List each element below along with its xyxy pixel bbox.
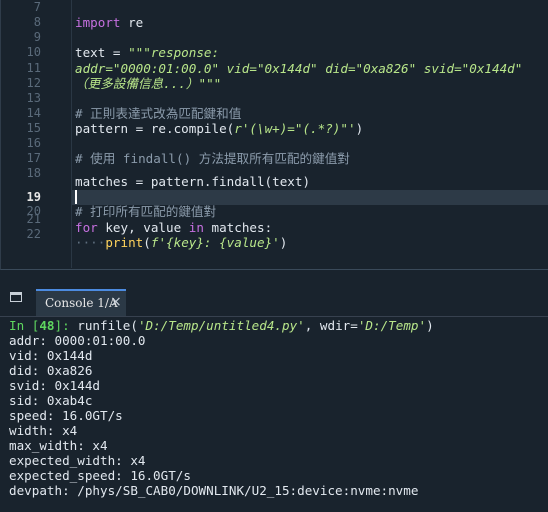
code-text: ( <box>143 235 151 250</box>
code-line-10: text = """response: <box>75 45 219 60</box>
line-number-current: 19 <box>26 190 41 204</box>
string-literal: r'(\w+)="(.*?)"' <box>234 121 356 136</box>
code-text: ) <box>355 121 364 136</box>
output-line: expected_width: x4 <box>9 453 146 468</box>
indent-guide: ···· <box>75 235 106 250</box>
comment: # 正則表達式改為匹配鍵和值 <box>75 106 242 121</box>
text-caret <box>75 190 77 204</box>
code-text: = <box>105 45 129 60</box>
string-literal: f'{key}: {value}' <box>150 235 280 250</box>
keyword: for <box>75 220 98 235</box>
command-string: 'D:/Temp/untitled4.py' <box>137 318 305 333</box>
code-line-8: import re <box>75 15 143 30</box>
code-text: key, value <box>97 220 189 235</box>
output-line: addr: 0000:01:00.0 <box>9 333 146 348</box>
line-number: 16 <box>26 136 41 150</box>
builtin-function: print <box>105 235 144 250</box>
code-editor[interactable]: 7 8 9 10 11 12 13 14 15 16 17 18 19 20 2… <box>0 0 548 270</box>
command-text: ) <box>426 318 434 333</box>
command-text: runfile( <box>69 318 138 333</box>
comment: # 打印所有匹配的鍵值對 <box>75 204 217 219</box>
code-line-17: # 使用 findall() 方法提取所有匹配的鍵值對 <box>75 151 350 166</box>
string-literal: （更多設備信息...）""" <box>75 76 222 91</box>
line-number: 22 <box>26 227 41 241</box>
code-line-11: addr="0000:01:00.0" vid="0x144d" did="0x… <box>75 61 522 76</box>
prompt-label: In [ <box>9 318 40 333</box>
string-literal: addr="0000:01:00.0" vid="0x144d" did="0x… <box>75 61 523 76</box>
line-number: 8 <box>33 15 41 29</box>
code-line-14: # 正則表達式改為匹配鍵和值 <box>75 106 241 121</box>
output-line: sid: 0xab4c <box>9 393 93 408</box>
code-text: re <box>120 15 144 30</box>
output-line: expected_speed: 16.0GT/s <box>9 468 191 483</box>
keyword: in <box>188 220 204 235</box>
tab-label: Console 1/A <box>45 296 118 310</box>
code-text: = re.compile( <box>128 121 235 136</box>
gutter-separator <box>71 0 72 268</box>
command-string: 'D:/Temp' <box>357 318 427 333</box>
line-number: 12 <box>26 76 41 90</box>
close-icon[interactable]: × <box>110 294 122 310</box>
string-literal: """response: <box>128 45 220 60</box>
line-number: 10 <box>26 45 41 59</box>
prompt-number: 48 <box>39 318 55 333</box>
line-number: 11 <box>26 61 41 75</box>
ipython-console[interactable]: In [48]: runfile('D:/Temp/untitled4.py',… <box>0 317 548 512</box>
code-text: pattern <box>75 121 129 136</box>
prompt-label: ]: <box>54 318 70 333</box>
line-number: 13 <box>26 91 41 105</box>
code-line-12: （更多設備信息...）""" <box>75 76 221 91</box>
output-line: width: x4 <box>9 423 78 438</box>
output-line: did: 0xa826 <box>9 363 93 378</box>
command-text: , wdir= <box>304 318 358 333</box>
output-line: devpath: /phys/SB_CAB0/DOWNLINK/U2_15:de… <box>9 483 419 498</box>
keyword: import <box>75 15 121 30</box>
line-number: 9 <box>33 30 41 44</box>
undock-icon[interactable] <box>10 292 22 302</box>
current-line-highlight <box>72 190 548 205</box>
code-line-21: for key, value in matches: <box>75 220 272 235</box>
code-text: matches = pattern.findall(text) <box>75 174 311 189</box>
output-line: vid: 0x144d <box>9 348 93 363</box>
comment: # 使用 findall() 方法提取所有匹配的鍵值對 <box>75 151 350 166</box>
code-text: text <box>75 45 106 60</box>
tab-console-1a[interactable]: Console 1/A × <box>36 289 126 316</box>
line-number: 14 <box>26 106 41 120</box>
code-line-15: pattern = re.compile(r'(\w+)="(.*?)"') <box>75 121 363 136</box>
line-number: 15 <box>26 121 41 135</box>
code-line-20: # 打印所有匹配的鍵值對 <box>75 204 216 219</box>
output-line: svid: 0x144d <box>9 378 100 393</box>
code-line-22: ····print(f'{key}: {value}') <box>75 235 287 250</box>
code-text: ) <box>279 235 288 250</box>
output-line: speed: 16.0GT/s <box>9 408 123 423</box>
line-number: 21 <box>26 212 41 226</box>
output-line: max_width: x4 <box>9 438 108 453</box>
line-number: 17 <box>26 151 41 165</box>
code-text: matches: <box>203 220 273 235</box>
line-number: 18 <box>26 166 41 180</box>
console-input-line: In [48]: runfile('D:/Temp/untitled4.py',… <box>9 318 434 333</box>
line-number: 7 <box>33 0 41 14</box>
code-line-18: matches = pattern.findall(text) <box>75 174 310 189</box>
dock-separator <box>0 270 548 288</box>
